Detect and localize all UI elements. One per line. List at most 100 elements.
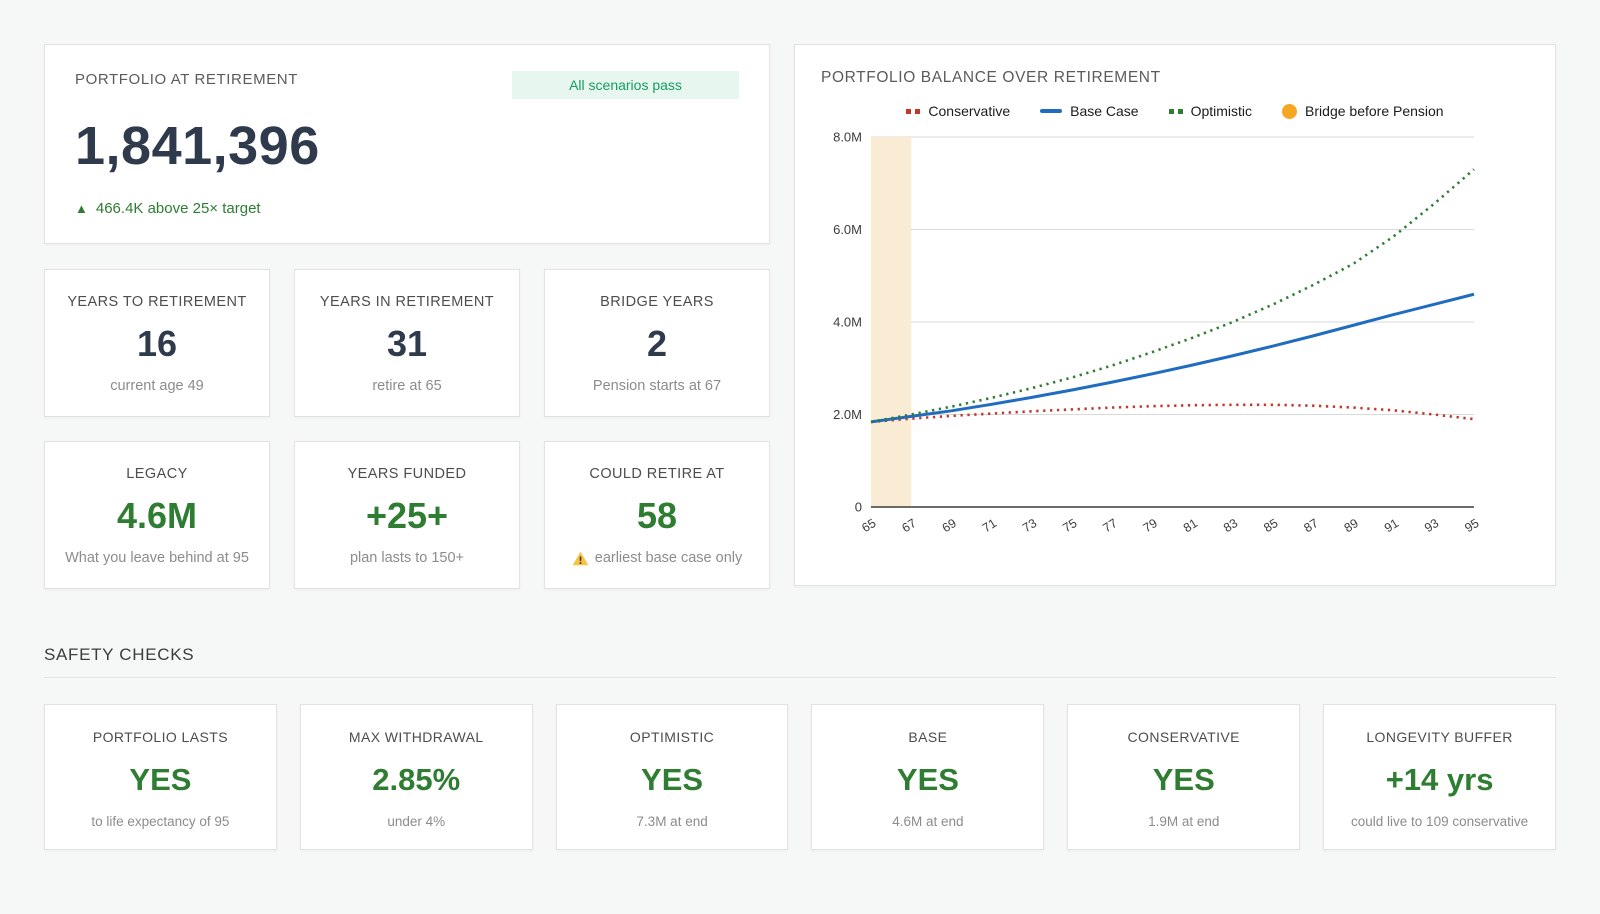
x-tick-label: 81	[1181, 516, 1200, 535]
stat-label: BRIDGE YEARS	[600, 294, 714, 310]
x-tick-label: 69	[940, 516, 959, 535]
x-tick-label: 67	[899, 516, 918, 535]
x-tick-label: 95	[1462, 516, 1481, 535]
hero-title: PORTFOLIO AT RETIREMENT	[75, 71, 298, 88]
stat-value: 4.6M	[117, 498, 197, 534]
x-tick-label: 65	[859, 516, 878, 535]
stat-subtitle: plan lasts to 150+	[350, 550, 464, 566]
x-tick-label: 89	[1342, 516, 1361, 535]
stat-label: COULD RETIRE AT	[589, 466, 724, 482]
stat-card-years-funded: YEARS FUNDED +25+ plan lasts to 150+	[294, 441, 520, 589]
safety-value: +14 yrs	[1386, 764, 1494, 795]
x-tick-label: 77	[1100, 516, 1119, 535]
stat-subtitle: Pension starts at 67	[593, 378, 721, 394]
safety-label: CONSERVATIVE	[1128, 729, 1240, 745]
portfolio-chart-svg: 0 2.0M 4.0M 6.0M 8.0M 65 67 69 71 73 75 77 79 81 83 85 8…	[821, 129, 1484, 559]
portfolio-at-retirement-card: PORTFOLIO AT RETIREMENT All scenarios pa…	[44, 44, 770, 244]
safety-value: 2.85%	[372, 764, 460, 795]
chart-legend: Conservative Base Case Optimistic Bridge be…	[821, 103, 1529, 119]
chart-plot-area: 0 2.0M 4.0M 6.0M 8.0M 65 67 69 71 73 75 77 79 81 83 85 8…	[821, 129, 1529, 567]
series-line-base-case	[871, 294, 1474, 422]
safety-checks-heading: SAFETY CHECKS	[44, 645, 1556, 678]
safety-value: YES	[897, 764, 959, 795]
stat-subtitle: What you leave behind at 95	[65, 550, 249, 566]
safety-subtitle: under 4%	[387, 814, 445, 829]
safety-label: BASE	[908, 729, 947, 745]
optimistic-swatch-icon	[1169, 109, 1183, 114]
x-tick-label: 73	[1020, 516, 1039, 535]
x-tick-label: 75	[1060, 516, 1079, 535]
stat-card-could-retire-at: COULD RETIRE AT 58 earliest base case on…	[544, 441, 770, 589]
legend-label: Conservative	[928, 103, 1010, 119]
safety-card-longevity-buffer: LONGEVITY BUFFER +14 yrs could live to 1…	[1323, 704, 1556, 850]
stat-label: YEARS IN RETIREMENT	[320, 294, 494, 310]
legend-item-bridge-before-pension[interactable]: Bridge before Pension	[1282, 103, 1444, 119]
series-line-optimistic	[871, 169, 1474, 422]
target-delta: ▲ 466.4K above 25× target	[75, 200, 739, 217]
stat-label: YEARS FUNDED	[348, 466, 467, 482]
legend-label: Optimistic	[1191, 103, 1252, 119]
legend-item-conservative[interactable]: Conservative	[906, 103, 1010, 119]
safety-checks-section: SAFETY CHECKS PORTFOLIO LASTS YES to lif…	[44, 645, 1556, 850]
safety-label: LONGEVITY BUFFER	[1366, 729, 1513, 745]
x-tick-label: 85	[1261, 516, 1280, 535]
bridge-before-pension-swatch-icon	[1282, 104, 1297, 119]
legend-label: Bridge before Pension	[1305, 103, 1444, 119]
y-tick-label: 8.0M	[833, 130, 862, 145]
y-tick-label: 0	[855, 500, 862, 515]
stat-value: 31	[387, 326, 427, 362]
dashboard-page: PORTFOLIO AT RETIREMENT All scenarios pa…	[44, 0, 1556, 850]
y-tick-label: 6.0M	[833, 222, 862, 237]
y-tick-label: 4.0M	[833, 315, 862, 330]
stat-subtitle: retire at 65	[372, 378, 441, 394]
x-tick-label: 87	[1301, 516, 1320, 535]
safety-value: YES	[129, 764, 191, 795]
hero-header: PORTFOLIO AT RETIREMENT All scenarios pa…	[75, 71, 739, 99]
portfolio-value: 1,841,396	[75, 115, 739, 177]
stat-value: +25+	[366, 498, 448, 534]
stat-subtitle: earliest base case only	[572, 550, 743, 566]
safety-grid: PORTFOLIO LASTS YES to life expectancy o…	[44, 704, 1556, 850]
series-line-conservative	[871, 405, 1474, 422]
conservative-swatch-icon	[906, 109, 920, 114]
safety-label: MAX WITHDRAWAL	[349, 729, 484, 745]
x-tick-label: 79	[1141, 516, 1160, 535]
stat-subtitle: current age 49	[110, 378, 204, 394]
safety-label: OPTIMISTIC	[630, 729, 714, 745]
bridge-before-pension-band	[871, 137, 911, 507]
all-scenarios-pass-badge: All scenarios pass	[512, 71, 739, 99]
safety-subtitle: to life expectancy of 95	[91, 814, 229, 829]
y-tick-label: 2.0M	[833, 407, 862, 422]
safety-subtitle: 1.9M at end	[1148, 814, 1219, 829]
safety-label: PORTFOLIO LASTS	[93, 729, 228, 745]
safety-subtitle: 4.6M at end	[892, 814, 963, 829]
safety-card-base: BASE YES 4.6M at end	[811, 704, 1044, 850]
stat-value: 2	[647, 326, 667, 362]
stat-label: YEARS TO RETIREMENT	[67, 294, 246, 310]
safety-card-portfolio-lasts: PORTFOLIO LASTS YES to life expectancy o…	[44, 704, 277, 850]
safety-card-conservative: CONSERVATIVE YES 1.9M at end	[1067, 704, 1300, 850]
safety-value: YES	[641, 764, 703, 795]
stat-label: LEGACY	[126, 466, 187, 482]
stat-card-years-to-retirement: YEARS TO RETIREMENT 16 current age 49	[44, 269, 270, 417]
x-tick-label: 91	[1382, 516, 1401, 535]
x-tick-label: 83	[1221, 516, 1240, 535]
portfolio-balance-chart-card: PORTFOLIO BALANCE OVER RETIREMENT Conser…	[794, 44, 1556, 586]
safety-subtitle: 7.3M at end	[636, 814, 707, 829]
stats-grid: YEARS TO RETIREMENT 16 current age 49 YE…	[44, 269, 770, 589]
x-tick-label: 71	[980, 516, 999, 535]
safety-card-max-withdrawal: MAX WITHDRAWAL 2.85% under 4%	[300, 704, 533, 850]
legend-label: Base Case	[1070, 103, 1138, 119]
legend-item-optimistic[interactable]: Optimistic	[1169, 103, 1252, 119]
stat-value: 58	[637, 498, 677, 534]
target-delta-text: 466.4K above 25× target	[96, 200, 261, 217]
stat-card-legacy: LEGACY 4.6M What you leave behind at 95	[44, 441, 270, 589]
safety-value: YES	[1153, 764, 1215, 795]
stat-card-years-in-retirement: YEARS IN RETIREMENT 31 retire at 65	[294, 269, 520, 417]
stat-card-bridge-years: BRIDGE YEARS 2 Pension starts at 67	[544, 269, 770, 417]
up-triangle-icon: ▲	[75, 201, 88, 216]
legend-item-base-case[interactable]: Base Case	[1040, 103, 1138, 119]
base-case-swatch-icon	[1040, 109, 1062, 113]
warning-triangle-icon	[572, 551, 589, 566]
safety-subtitle: could live to 109 conservative	[1351, 814, 1528, 829]
